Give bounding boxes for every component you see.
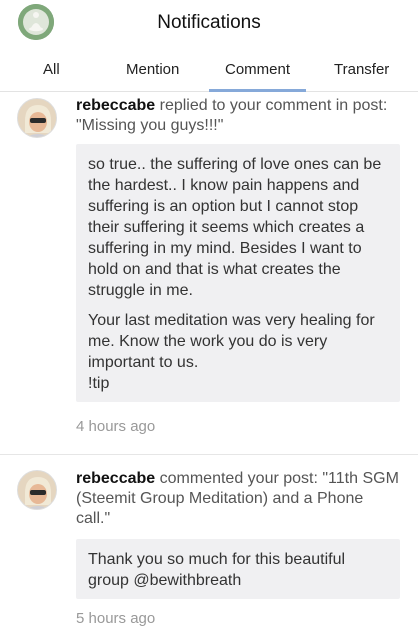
user-avatar[interactable] bbox=[17, 470, 57, 510]
username[interactable]: rebeccabe bbox=[76, 470, 155, 487]
quote-paragraph: Your last meditation was very healing fo… bbox=[88, 312, 375, 371]
quote-paragraph: so true.. the suffering of love ones can… bbox=[88, 156, 382, 299]
quote-paragraph: !tip bbox=[88, 375, 110, 392]
page-title: Notifications bbox=[157, 12, 261, 33]
user-avatar[interactable] bbox=[17, 98, 57, 138]
username[interactable]: rebeccabe bbox=[76, 97, 155, 114]
quote-paragraph: Thank you so much for this beautiful gro… bbox=[88, 551, 346, 589]
tab-comment[interactable]: Comment bbox=[208, 61, 307, 92]
tab-mention[interactable]: Mention bbox=[126, 61, 179, 78]
notification-text: rebeccabe replied to your comment in pos… bbox=[76, 96, 400, 136]
notification-text: rebeccabe commented your post: "11th SGM… bbox=[76, 469, 400, 529]
notification-item[interactable]: rebeccabe commented your post: "11th SGM… bbox=[0, 455, 418, 640]
comment-quote: Thank you so much for this beautiful gro… bbox=[76, 539, 400, 599]
timestamp: 4 hours ago bbox=[76, 418, 156, 435]
notification-item[interactable]: rebeccabe replied to your comment in pos… bbox=[0, 92, 418, 454]
user-photo-icon bbox=[18, 471, 56, 509]
top-bar: Notifications bbox=[0, 0, 418, 46]
user-photo-icon bbox=[18, 99, 56, 137]
tab-transfer[interactable]: Transfer bbox=[334, 61, 389, 78]
tab-all[interactable]: All bbox=[43, 61, 60, 78]
tab-bar: All Mention Comment Transfer bbox=[0, 46, 418, 92]
comment-quote: so true.. the suffering of love ones can… bbox=[76, 144, 400, 402]
timestamp: 5 hours ago bbox=[76, 610, 156, 627]
